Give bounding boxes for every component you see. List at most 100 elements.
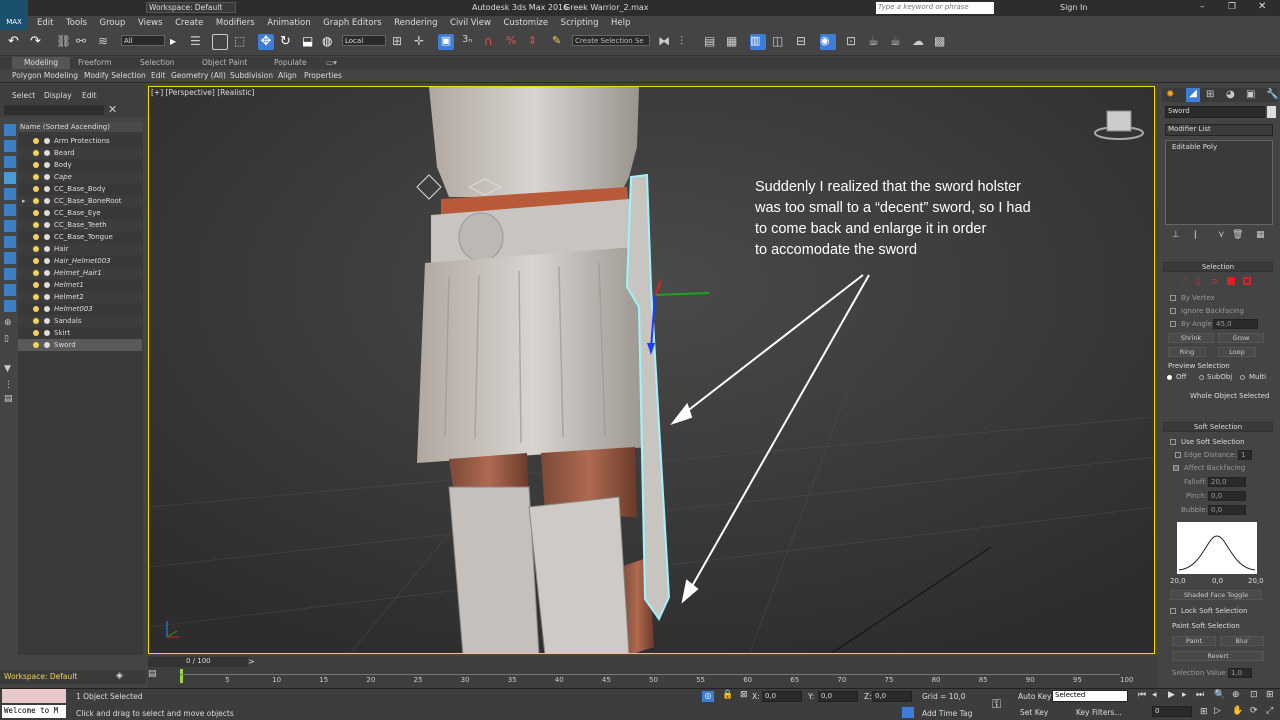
tab-selection[interactable]: Selection — [140, 57, 175, 69]
curve-editor-icon[interactable]: ◫ — [772, 34, 788, 50]
scene-item-row[interactable]: Helmet_Hair1 — [18, 267, 142, 279]
absolute-mode-icon[interactable]: ⊠ — [740, 690, 748, 700]
explorer-search-input[interactable] — [4, 105, 104, 115]
visibility-icon[interactable] — [44, 270, 50, 276]
pan-icon[interactable]: ✋ — [1232, 706, 1243, 716]
ribbon-align[interactable]: Align — [278, 71, 297, 80]
max-logo[interactable]: MAX — [0, 0, 28, 30]
preview-subobj-radio[interactable] — [1199, 375, 1204, 380]
next-frame-arrow[interactable]: > — [248, 657, 255, 666]
manipulate-icon[interactable]: ✛ — [414, 34, 430, 50]
ring-button[interactable]: Ring — [1168, 347, 1206, 357]
display-tab-icon[interactable]: ▣ — [1246, 89, 1255, 100]
find-icon[interactable]: ⊕ — [4, 318, 16, 330]
search-input[interactable]: Type a keyword or phrase — [876, 2, 994, 14]
visibility-icon[interactable] — [44, 342, 50, 348]
by-angle-checkbox[interactable] — [1170, 321, 1176, 327]
zoom-icon[interactable]: 🔍 — [1214, 690, 1225, 700]
object-name-field[interactable]: Sword — [1165, 106, 1265, 118]
explorer-close-icon[interactable]: ✕ — [108, 103, 117, 116]
menu-graph-editors[interactable]: Graph Editors — [323, 16, 381, 30]
layers-icon[interactable]: ▤ — [4, 394, 16, 406]
time-slider[interactable]: 0 / 100 — [148, 657, 248, 667]
light-bulb-icon[interactable] — [33, 222, 39, 228]
light-bulb-icon[interactable] — [33, 258, 39, 264]
scene-item-row[interactable]: Cape — [18, 171, 142, 183]
menu-views[interactable]: Views — [138, 16, 163, 30]
zoom-all-icon[interactable]: ⊕ — [1232, 690, 1240, 700]
light-bulb-icon[interactable] — [33, 174, 39, 180]
blur-button[interactable]: Blur — [1220, 636, 1264, 646]
window-crossing-icon[interactable]: ⬚ — [234, 34, 250, 50]
maximize-viewport-icon[interactable]: ⤢ — [1266, 706, 1273, 716]
rect-selection-icon[interactable] — [212, 34, 228, 50]
tab-object-paint[interactable]: Object Paint — [202, 57, 247, 69]
play-icon[interactable]: ▶ — [1168, 690, 1175, 700]
current-frame-field[interactable]: 0 — [1152, 706, 1192, 717]
select-object-icon[interactable]: ▸ — [170, 34, 186, 50]
menu-rendering[interactable]: Rendering — [394, 16, 437, 30]
sign-in-link[interactable]: Sign In — [1060, 3, 1087, 12]
visibility-icon[interactable] — [44, 246, 50, 252]
affect-backfacing-checkbox[interactable] — [1173, 465, 1179, 471]
scene-item-row[interactable]: Helmet2 — [18, 291, 142, 303]
move-icon[interactable]: ✥ — [258, 34, 274, 50]
light-bulb-icon[interactable] — [33, 246, 39, 252]
edge-mode-icon[interactable]: ◊ — [1196, 277, 1200, 287]
scene-item-row[interactable]: CC_Base_Body — [18, 183, 142, 195]
cameras-filter-icon[interactable] — [4, 220, 16, 232]
scene-item-row[interactable]: Body — [18, 159, 142, 171]
menu-help[interactable]: Help — [611, 16, 630, 30]
object-color-swatch[interactable] — [1267, 106, 1276, 118]
explorer-menu-display[interactable]: Display — [44, 91, 72, 100]
scene-item-row[interactable]: Beard — [18, 147, 142, 159]
light-bulb-icon[interactable] — [33, 294, 39, 300]
visibility-icon[interactable] — [44, 138, 50, 144]
groups-filter-icon[interactable] — [4, 268, 16, 280]
unlink-icon[interactable]: ⚯ — [76, 34, 92, 50]
modifier-list-dropdown[interactable]: Modifier List — [1165, 124, 1273, 136]
light-bulb-icon[interactable] — [33, 318, 39, 324]
y-coordinate-field[interactable]: 0,0 — [818, 691, 858, 702]
expand-arrow-icon[interactable]: ▸ — [22, 195, 26, 207]
light-bulb-icon[interactable] — [33, 282, 39, 288]
scene-item-row[interactable]: Hair — [18, 243, 142, 255]
visibility-icon[interactable] — [44, 234, 50, 240]
edge-distance-checkbox[interactable] — [1175, 452, 1181, 458]
scene-item-row[interactable]: Arm Protections — [18, 135, 142, 147]
workspace-selector[interactable]: Workspace: Default ◈ — [0, 670, 146, 684]
z-coordinate-field[interactable]: 0,0 — [872, 691, 912, 702]
remove-modifier-icon[interactable]: 🗑 — [1232, 230, 1243, 240]
named-selection-dropdown[interactable]: Create Selection Se — [572, 35, 650, 46]
light-bulb-icon[interactable] — [33, 186, 39, 192]
menu-tools[interactable]: Tools — [66, 16, 87, 30]
menu-edit[interactable]: Edit — [37, 16, 53, 30]
display-invert-icon[interactable] — [4, 156, 16, 168]
timeline-track[interactable] — [180, 674, 1120, 675]
ignore-backfacing-checkbox[interactable] — [1170, 308, 1176, 314]
rotate-icon[interactable]: ↻ — [280, 34, 296, 50]
render-setup-icon[interactable]: ⊡ — [846, 34, 862, 50]
link-icon[interactable]: ⛓ — [56, 34, 72, 50]
lights-filter-icon[interactable] — [4, 204, 16, 216]
maxscript-listener[interactable] — [2, 689, 66, 703]
spinner-snap-icon[interactable]: ⇕ — [528, 34, 544, 50]
menu-animation[interactable]: Animation — [267, 16, 310, 30]
pivot-icon[interactable]: ⊞ — [392, 34, 408, 50]
shapes-filter-icon[interactable] — [4, 188, 16, 200]
display-all-icon[interactable] — [4, 140, 16, 152]
visibility-icon[interactable] — [44, 174, 50, 180]
light-bulb-icon[interactable] — [33, 198, 39, 204]
pin-stack-icon[interactable]: ⊥ — [1172, 230, 1180, 240]
shrink-button[interactable]: Shrink — [1168, 333, 1214, 343]
close-button[interactable]: ✕ — [1258, 1, 1266, 12]
stack-item-editable-poly[interactable]: Editable Poly — [1172, 143, 1217, 151]
light-bulb-icon[interactable] — [33, 162, 39, 168]
use-soft-selection-checkbox[interactable] — [1170, 439, 1176, 445]
light-bulb-icon[interactable] — [33, 342, 39, 348]
visibility-icon[interactable] — [44, 330, 50, 336]
edge-distance-spinner[interactable]: 1 — [1238, 450, 1252, 460]
tab-populate[interactable]: Populate — [274, 57, 307, 69]
scene-item-row[interactable]: CC_Base_Teeth — [18, 219, 142, 231]
angle-snap-icon[interactable]: ∩ — [484, 34, 500, 50]
